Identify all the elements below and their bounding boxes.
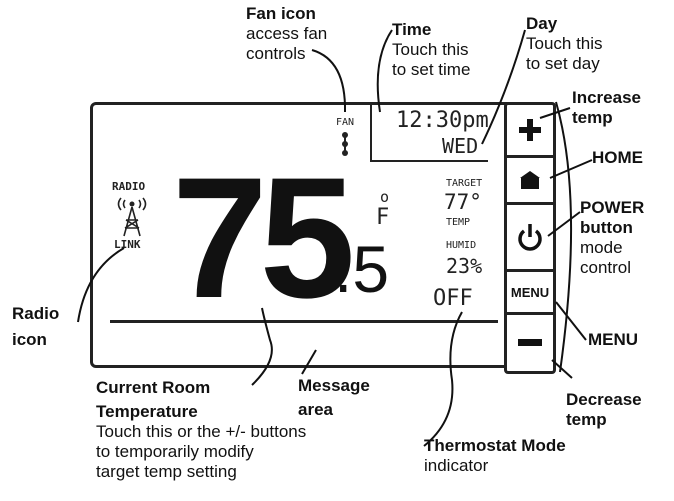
screen-curve xyxy=(555,101,573,373)
day-leader xyxy=(481,29,526,145)
menu-leader xyxy=(555,301,587,341)
increase-leader xyxy=(539,107,571,119)
time-callout: Time Touch this to set time xyxy=(392,20,471,79)
home-leader xyxy=(549,159,593,179)
menu-callout: MENU xyxy=(588,330,639,349)
current-temp-callout: Current Room Temperature Touch this or t… xyxy=(96,378,307,481)
fan-icon-callout: Fan icon access fan controls xyxy=(246,4,328,63)
radio-leader xyxy=(77,247,125,323)
message-callout: Message area xyxy=(298,376,370,419)
mode-leader xyxy=(423,311,463,447)
time-leader xyxy=(376,29,393,113)
day-callout: Day Touch this to set day xyxy=(526,14,603,73)
radio-callout: Radio icon xyxy=(12,304,60,349)
mode-callout: Thermostat Mode indicator xyxy=(424,436,566,475)
increase-callout: Increase temp xyxy=(572,88,641,127)
decrease-callout: Decrease temp xyxy=(566,390,642,429)
current-temp-leader xyxy=(251,307,273,386)
power-callout: POWER button mode control xyxy=(580,198,645,277)
power-leader xyxy=(547,211,581,237)
message-leader xyxy=(301,349,317,375)
home-callout: HOME xyxy=(592,148,643,167)
